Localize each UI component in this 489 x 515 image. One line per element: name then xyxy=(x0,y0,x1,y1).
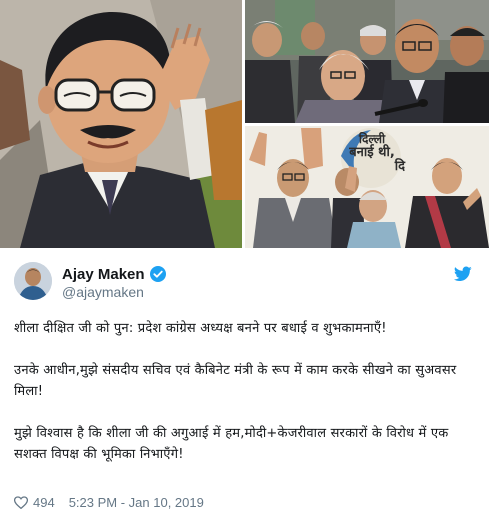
author-name-line: Ajay Maken xyxy=(62,265,166,283)
poster-text-line-2: बनाई थी, xyxy=(349,145,395,160)
tweet-media-grid: दिल्ली बनाई थी, दि xyxy=(0,0,489,248)
tweet-card: दिल्ली बनाई थी, दि Ajay Maken @ajaymaken… xyxy=(0,0,489,515)
tweet-paragraph-2: उनके आधीन,मुझे संसदीय सचिव एवं कैबिनेट म… xyxy=(14,363,457,399)
media-image-press-conference[interactable] xyxy=(245,0,489,123)
twitter-bird-icon[interactable] xyxy=(454,266,472,282)
tweet-text: शीला दीक्षित जी को पुन: प्रदेश कांग्रेस … xyxy=(14,318,476,465)
user-handle[interactable]: @ajaymaken xyxy=(62,284,144,300)
poster-text-line-3: दि xyxy=(394,159,405,174)
heart-icon[interactable] xyxy=(13,495,29,509)
display-name[interactable]: Ajay Maken xyxy=(62,266,145,283)
media-image-cartoon[interactable] xyxy=(0,0,242,248)
tweet-header: Ajay Maken @ajaymaken xyxy=(14,262,476,304)
tweet-footer: 494 5:23 PM - Jan 10, 2019 xyxy=(13,494,204,510)
tweet-timestamp[interactable]: 5:23 PM - Jan 10, 2019 xyxy=(69,495,204,510)
poster-text: दिल्ली बनाई थी, दि xyxy=(337,132,407,174)
tweet-paragraph-3: मुझे विश्वास है कि शीला जी की अगुआई में … xyxy=(14,426,449,462)
media-image-rally-stage[interactable]: दिल्ली बनाई थी, दि xyxy=(245,126,489,248)
tweet-paragraph-1: शीला दीक्षित जी को पुन: प्रदेश कांग्रेस … xyxy=(14,321,387,336)
verified-badge-icon xyxy=(149,266,166,282)
like-count: 494 xyxy=(33,494,55,510)
avatar[interactable] xyxy=(14,262,52,300)
poster-text-line-1: दिल्ली xyxy=(358,132,386,146)
